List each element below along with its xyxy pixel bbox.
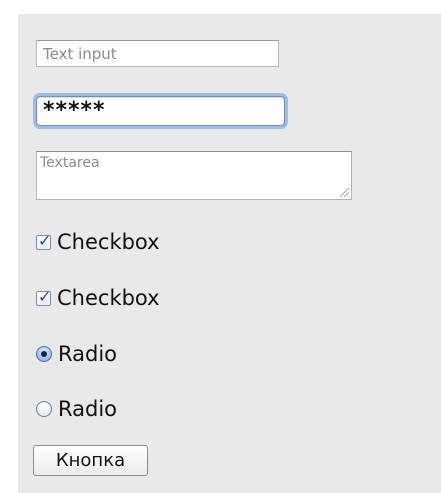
radio-label: Radio (58, 342, 118, 366)
radio-unselected-icon[interactable] (36, 401, 52, 417)
radio-label: Radio (58, 397, 118, 421)
checkbox-icon[interactable]: ✓ (36, 287, 51, 306)
textarea-placeholder: Textarea (40, 155, 100, 171)
textarea-field[interactable]: Textarea (36, 151, 352, 200)
checkbox-row-2[interactable]: ✓ Checkbox (36, 284, 160, 312)
text-input[interactable] (36, 40, 279, 67)
checkbox-label: Checkbox (57, 230, 160, 254)
checkmark-icon: ✓ (38, 286, 52, 306)
radio-selected-icon[interactable] (36, 346, 52, 362)
checkbox-row-1[interactable]: ✓ Checkbox (36, 228, 160, 256)
radio-row-2[interactable]: Radio (36, 395, 117, 423)
radio-row-1[interactable]: Radio (36, 340, 117, 368)
resize-grip-icon[interactable] (340, 188, 349, 197)
checkbox-icon[interactable]: ✓ (36, 231, 51, 250)
radio-dot-icon (41, 351, 47, 357)
password-input[interactable]: ***** (36, 96, 285, 126)
checkbox-label: Checkbox (57, 286, 160, 310)
submit-button[interactable]: Кнопка (33, 445, 148, 476)
checkmark-icon: ✓ (38, 230, 52, 250)
